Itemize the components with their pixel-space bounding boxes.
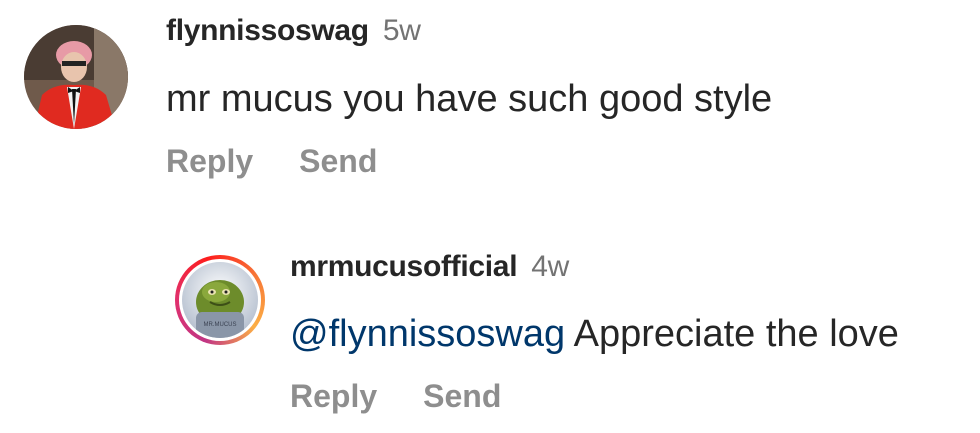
comment-actions: Reply Send <box>166 143 377 180</box>
avatar-story-ring[interactable]: MR.MUCUS <box>175 255 265 345</box>
comment-text: mr mucus you have such good style <box>166 78 772 121</box>
comment-body: Appreciate the love <box>573 313 899 355</box>
comment-username[interactable]: flynnissoswag 5w <box>166 14 421 48</box>
username-text[interactable]: flynnissoswag <box>166 14 369 47</box>
send-button[interactable]: Send <box>423 378 501 415</box>
comment-age: 5w <box>382 14 421 47</box>
user-photo-icon <box>24 25 128 129</box>
reply-button[interactable]: Reply <box>166 143 253 180</box>
mascot-icon: MR.MUCUS <box>182 262 258 338</box>
mention-link[interactable]: @flynnissoswag <box>290 313 565 355</box>
username-text[interactable]: mrmucusofficial <box>290 250 518 283</box>
comment-actions: Reply Send <box>290 378 501 415</box>
comment-username[interactable]: mrmucusofficial 4w <box>290 250 569 284</box>
comment-text: @flynnissoswag Appreciate the love <box>290 313 899 356</box>
comment-age: 4w <box>531 250 569 283</box>
send-button[interactable]: Send <box>299 143 377 180</box>
comment-body: mr mucus you have such good style <box>166 78 773 120</box>
avatar[interactable] <box>24 25 128 129</box>
avatar: MR.MUCUS <box>179 259 261 341</box>
avatar-badge-text: MR.MUCUS <box>204 322 237 328</box>
reply-button[interactable]: Reply <box>290 378 377 415</box>
